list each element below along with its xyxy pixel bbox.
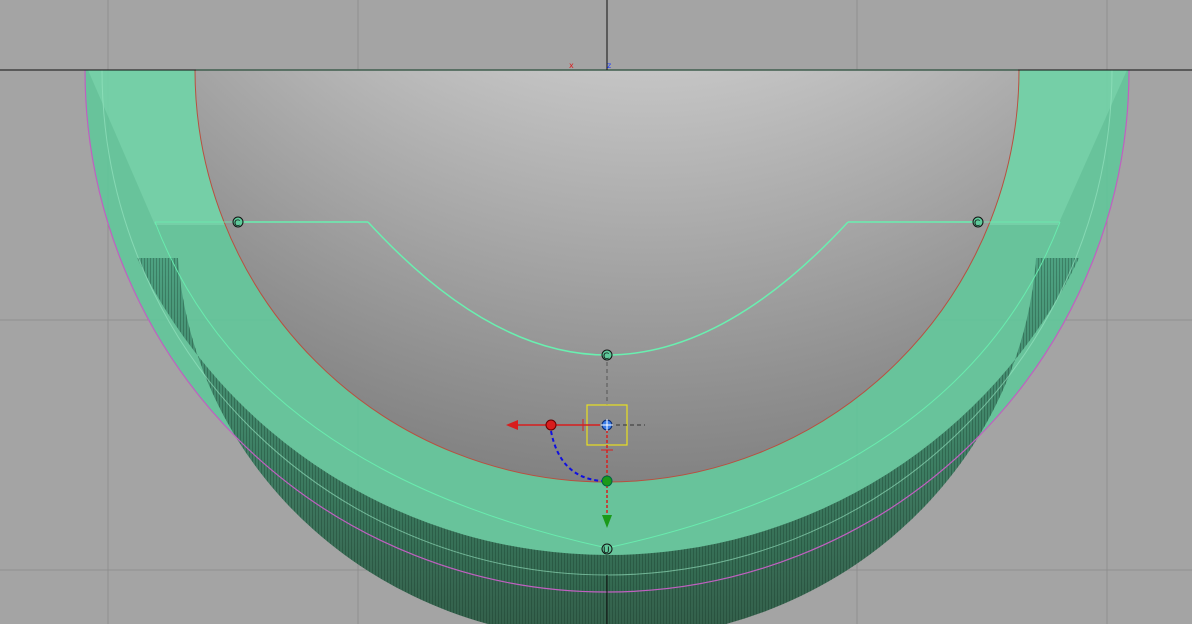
z-axis-label: z: [607, 61, 611, 70]
spline-point-glyph: C: [603, 352, 609, 362]
spline-point-glyph: C: [234, 219, 240, 229]
x-axis-label: x: [569, 61, 574, 70]
x-axis-scale-handle[interactable]: [545, 419, 557, 431]
y-axis-scale-handle[interactable]: [601, 475, 613, 487]
spline-point-glyph: C: [974, 219, 980, 229]
spline-point-glyph: U: [603, 546, 610, 556]
3d-viewport[interactable]: x z C C C U: [0, 0, 1192, 624]
